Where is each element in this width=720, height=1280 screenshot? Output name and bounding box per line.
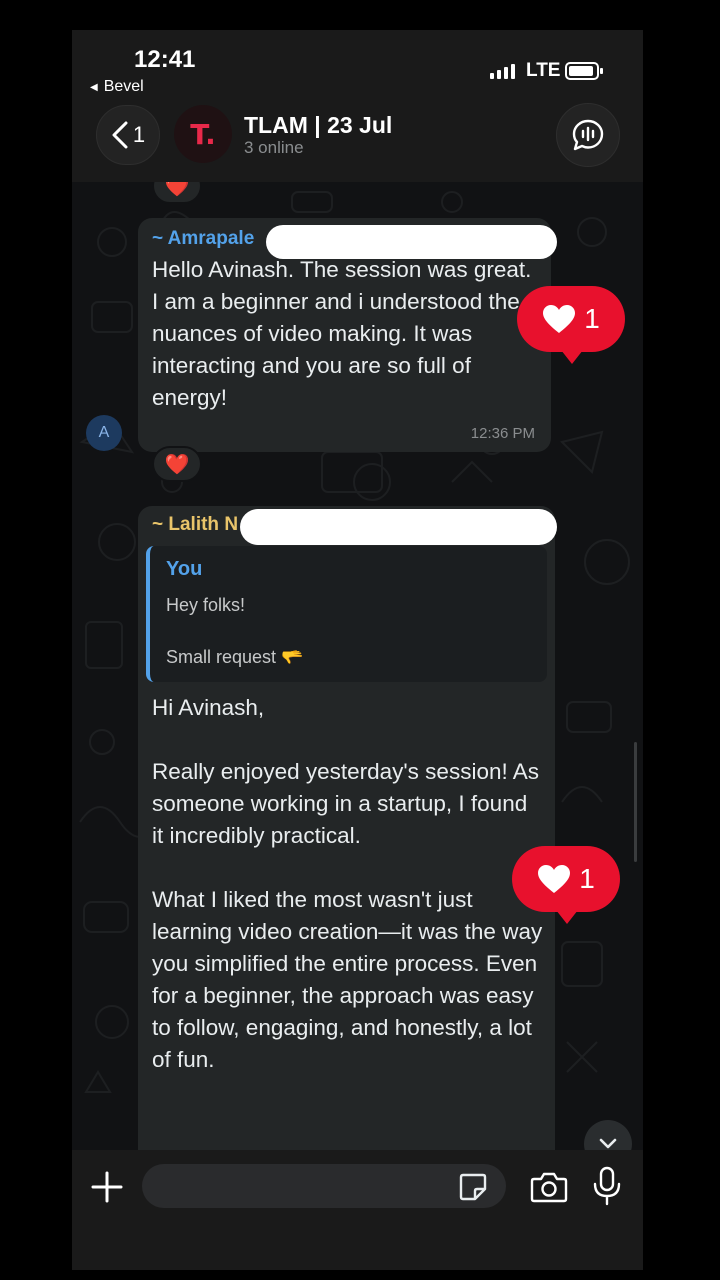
heart-count: 1 — [579, 863, 595, 894]
chat-header: 1 T. TLAM | 23 Jul 3 online — [72, 100, 643, 182]
sticker-icon[interactable] — [458, 1172, 488, 1202]
group-avatar[interactable]: T. — [174, 105, 232, 163]
redaction-bar — [240, 509, 557, 545]
reaction-chip[interactable]: ❤️ — [152, 446, 202, 482]
battery-icon — [565, 62, 603, 80]
back-to-app-link[interactable]: ◀ Bevel — [90, 78, 144, 96]
group-logo: T. — [190, 117, 216, 151]
quoted-reply[interactable]: You Hey folks! Small request 🫳 — [146, 546, 547, 682]
heart-count: 1 — [584, 303, 600, 334]
heart-icon — [538, 865, 571, 893]
status-bar: 12:41 ◀ Bevel LTE — [72, 30, 643, 100]
back-app-label: Bevel — [103, 78, 144, 95]
message-input-bar — [72, 1150, 643, 1270]
message-bubble[interactable]: ~ Lalith N You Hey folks! Small request … — [138, 506, 555, 1150]
message-text: Hi Avinash, Really enjoyed yesterday's s… — [152, 695, 543, 1072]
quoted-author: You — [166, 558, 203, 580]
back-triangle-icon: ◀ — [90, 81, 98, 93]
message-time: 12:36 PM — [470, 425, 535, 442]
redaction-bar — [266, 225, 557, 259]
chevron-left-icon — [112, 121, 128, 149]
chat-area[interactable]: ❤️ ~ Amrapale Hello Avinash. The session… — [72, 182, 643, 1150]
chevron-down-icon — [599, 1138, 617, 1149]
heart-icon — [543, 305, 576, 333]
status-time: 12:41 — [134, 46, 196, 73]
back-button[interactable]: 1 — [96, 105, 160, 165]
heart-notification-badge: 1 — [512, 846, 620, 924]
signal-icon — [490, 64, 515, 79]
microphone-icon[interactable] — [592, 1166, 622, 1206]
quoted-text: Hey folks! Small request 🫳 — [166, 595, 304, 667]
avatar[interactable]: A — [86, 415, 122, 451]
online-status: 3 online — [244, 138, 304, 157]
message-text: Hello Avinash. The session was great. I … — [152, 257, 532, 410]
voice-chat-button[interactable] — [556, 103, 620, 167]
unread-count: 1 — [132, 122, 146, 147]
message-sender[interactable]: ~ Lalith N — [152, 514, 238, 536]
group-title[interactable]: TLAM | 23 Jul — [244, 112, 392, 139]
camera-icon[interactable] — [530, 1170, 568, 1204]
scroll-indicator[interactable] — [634, 742, 637, 862]
message-sender[interactable]: ~ Amrapale — [152, 228, 254, 250]
voice-chat-icon — [572, 119, 604, 151]
plus-icon[interactable] — [90, 1170, 124, 1204]
message-input[interactable] — [142, 1164, 506, 1208]
network-type: LTE — [526, 60, 561, 81]
heart-notification-badge: 1 — [517, 286, 625, 364]
phone-screen: 12:41 ◀ Bevel LTE 1 T. TLAM | 23 Jul 3 o… — [72, 30, 643, 1270]
